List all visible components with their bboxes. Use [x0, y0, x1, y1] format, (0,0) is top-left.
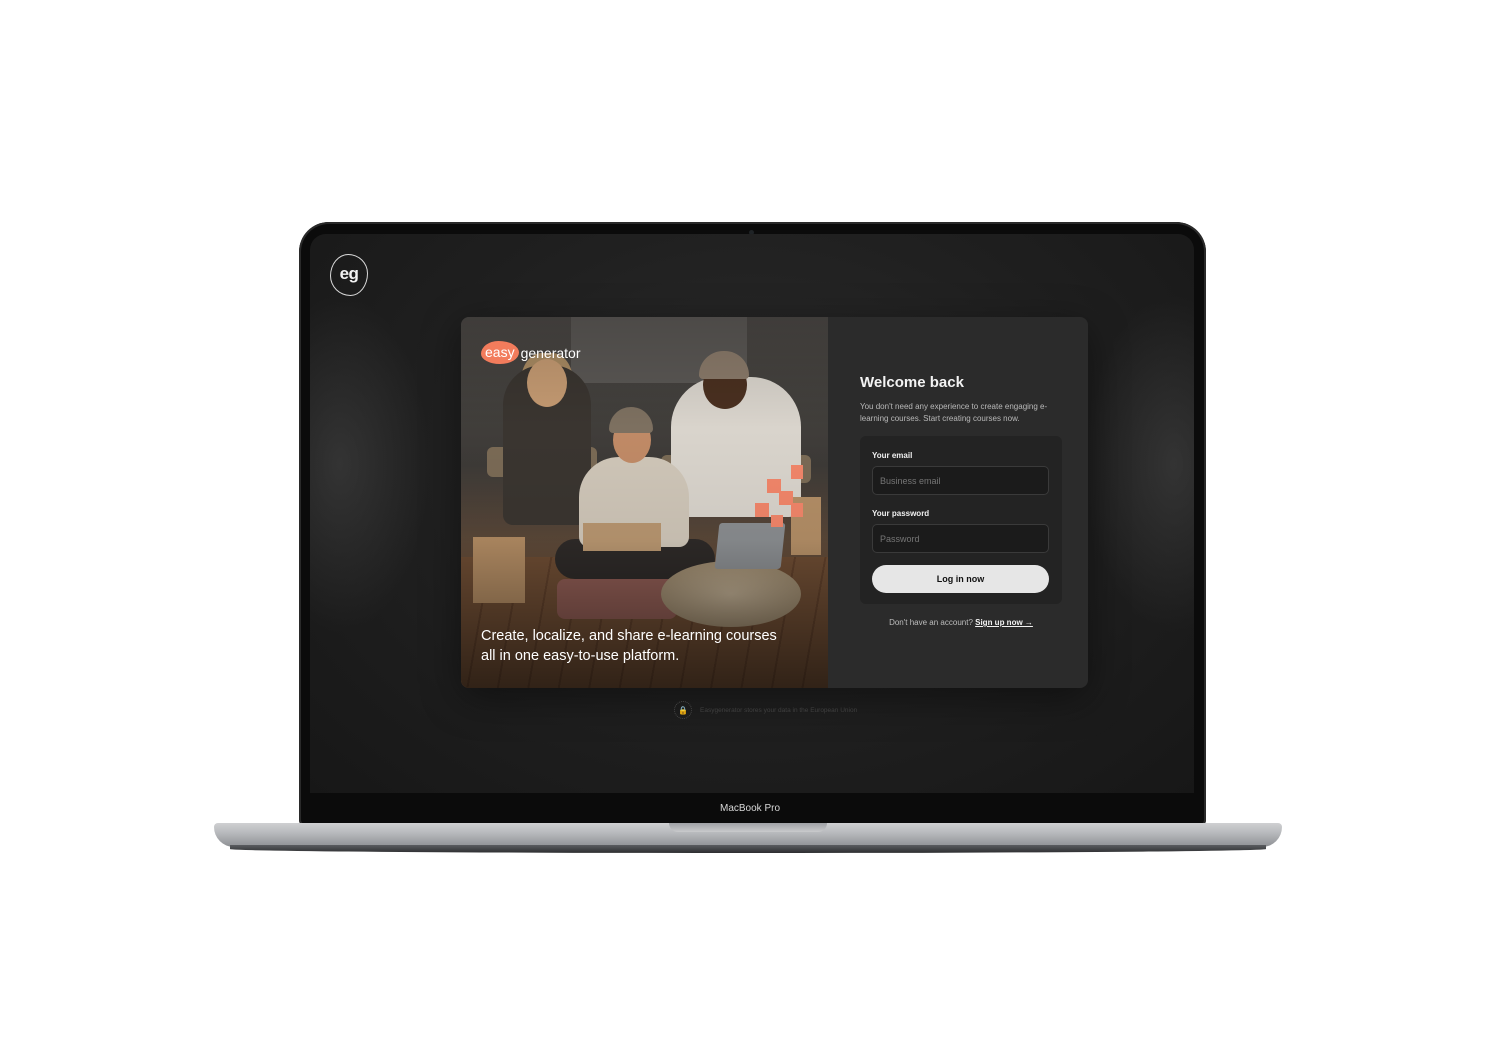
login-card: easy generator Create, localize, and sha…	[461, 317, 1088, 688]
login-form-side: Welcome back You don't need any experien…	[860, 317, 1088, 688]
page-title: Welcome back	[860, 374, 964, 391]
background-blur-left	[310, 294, 430, 634]
laptop-notch	[669, 823, 827, 832]
hero-tagline: Create, localize, and share e-learning c…	[481, 628, 777, 664]
laptop-base-shadow	[230, 845, 1266, 853]
lock-globe-icon: 🔒	[674, 701, 692, 719]
brand-word-generator: generator	[520, 344, 581, 361]
screen: eg easy generator Create, localize, and …	[310, 234, 1194, 793]
email-label: Your email	[872, 451, 913, 460]
eu-data-notice: 🔒 Easygenerator stores your data in the …	[674, 701, 857, 719]
eu-notice-text: Easygenerator stores your data in the Eu…	[700, 706, 858, 714]
signup-prompt: Don't have an account?	[889, 618, 973, 627]
brand-word-easy: easy	[481, 341, 519, 364]
logo-text: eg	[339, 264, 359, 283]
login-form: Your email Your password Log in now	[860, 436, 1062, 604]
password-label: Your password	[872, 509, 930, 518]
login-button[interactable]: Log in now	[872, 565, 1049, 593]
signup-link[interactable]: Sign up now →	[975, 618, 1033, 627]
hero-photo: easy generator Create, localize, and sha…	[461, 317, 828, 688]
signup-line: Don't have an account? Sign up now →	[860, 618, 1062, 627]
password-field[interactable]	[872, 524, 1049, 553]
background-blur-right	[1084, 294, 1194, 634]
device-model-label: MacBook Pro	[719, 803, 781, 814]
email-field[interactable]	[872, 466, 1049, 495]
eg-logo-icon[interactable]: eg	[330, 254, 368, 296]
easygenerator-brand: easy generator	[481, 341, 581, 364]
page-subtitle: You don't need any experience to create …	[860, 402, 1048, 423]
